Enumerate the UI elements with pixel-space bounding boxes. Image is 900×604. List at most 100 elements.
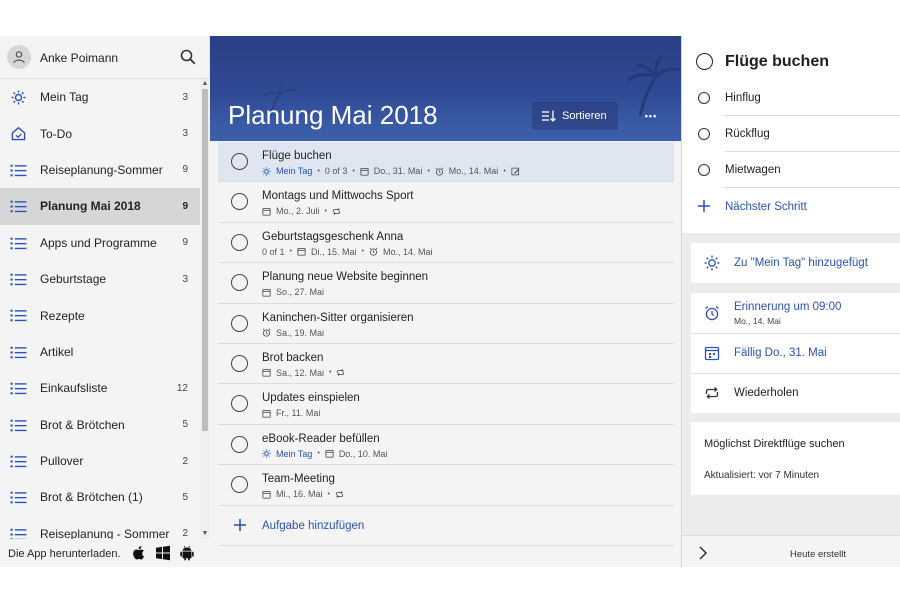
task-checkbox[interactable] [231,193,248,211]
task-checkbox[interactable] [231,153,248,170]
task-row[interactable]: Montags und Mittwochs Sport Mo., 2. Juli • [218,182,674,223]
step-label[interactable]: Rückflug [725,128,770,140]
meta-separator: • [503,167,506,175]
sidebar-item[interactable]: To-Do 3 [0,115,200,151]
scroll-up-arrow-icon[interactable]: ▲ [201,80,209,88]
step-checkbox[interactable] [698,164,710,176]
task-title: Brot backen [262,351,324,364]
windows-icon[interactable] [155,545,171,561]
search-icon[interactable] [180,49,196,65]
scroll-down-arrow-icon[interactable]: ▼ [201,530,209,538]
repeat-button[interactable]: Wiederholen [691,374,900,413]
task-meta-item: Mein Tag [262,449,312,459]
sidebar-item-count: 2 [182,455,188,467]
list-icon [10,236,27,250]
sidebar-item-count: 3 [182,91,188,103]
task-checkbox[interactable] [231,274,248,292]
task-meta-item: Mo., 2. Juli [262,206,320,216]
scroll-thumb[interactable] [202,89,208,431]
task-title: Montags und Mittwochs Sport [262,190,414,203]
step-item[interactable]: Rückflug [682,116,900,152]
next-step-label: Nächster Schritt [725,201,807,213]
sort-button[interactable]: Sortieren [532,102,618,130]
android-icon[interactable] [179,545,195,561]
task-checkbox[interactable] [231,233,248,251]
repeat-label: Wiederholen [734,387,799,399]
sun-icon [262,449,271,458]
sidebar-item[interactable]: Rezepte [0,297,200,333]
sidebar-item[interactable]: Reiseplanung-Sommer 9 [0,152,200,188]
meta-separator: • [317,167,320,175]
reminder-button[interactable]: Erinnerung um 09:00 Mo., 14. Mai [691,293,900,333]
task-checkbox[interactable] [231,435,248,453]
sidebar-item-count: 12 [176,382,188,394]
task-detail-title[interactable]: Flüge buchen [725,53,829,71]
task-meta-item: Mo., 14. Mai [369,247,432,257]
task-title: Kaninchen-Sitter organisieren [262,311,414,324]
due-date-button[interactable]: Fällig Do., 31. Mai [691,334,900,373]
step-checkbox[interactable] [698,128,710,140]
list-icon [10,527,27,539]
meta-separator: • [317,450,320,458]
task-row[interactable]: Flüge buchen Mein Tag • 0 of 3 • Do., 31. Mai… [218,142,674,183]
more-options-button[interactable]: ••• [636,102,666,130]
task-row[interactable]: eBook-Reader befüllen Mein Tag • Do., 10. M… [218,425,674,466]
meta-separator: • [427,167,430,175]
step-label[interactable]: Mietwagen [725,164,781,176]
sidebar-item[interactable]: Mein Tag 3 [0,79,200,115]
task-meta-item [336,368,350,377]
add-task-input[interactable]: Aufgabe hinzufügen [218,506,674,546]
task-row[interactable]: Updates einspielen Fr., 11. Mai [218,384,674,425]
sidebar-item[interactable]: Brot & Brötchen (1) 5 [0,479,200,515]
task-row[interactable]: Geburtstagsgeschenk Anna 0 of 1 • Di., 15. … [218,223,674,264]
sidebar-item-label: Apps und Programme [40,235,157,250]
task-title: Geburtstagsgeschenk Anna [262,230,404,243]
next-step-input[interactable]: Nächster Schritt [682,189,900,225]
task-checkbox[interactable] [231,395,248,413]
sidebar-item[interactable]: Geburtstage 3 [0,261,200,297]
calendar-icon [704,346,720,361]
note-text[interactable]: Möglichst Direktflüge suchen [704,438,845,450]
step-checkbox[interactable] [698,92,710,104]
more-options-icon: ••• [644,111,658,121]
note-field[interactable]: Möglichst Direktflüge suchen Aktualisier… [691,422,900,495]
added-to-my-day-button[interactable]: Zu "Mein Tag" hinzugefügt [691,243,900,283]
task-meta-item: So., 27. Mai [262,287,324,297]
task-row[interactable]: Planung neue Website beginnen So., 27. Ma… [218,263,674,304]
sidebar-item[interactable]: Reiseplanung - Sommer 2 [0,516,200,539]
sidebar-item-label: To-Do [40,126,73,141]
sidebar-item-count: 9 [182,200,188,212]
step-item[interactable]: Hinflug [682,80,900,116]
sidebar-scrollbar[interactable]: ▲ ▼ [200,79,210,539]
sidebar-item[interactable]: Apps und Programme 9 [0,225,200,261]
task-title: Planung neue Website beginnen [262,271,429,284]
sidebar-item[interactable]: Planung Mai 2018 9 [0,188,200,225]
task-checkbox[interactable] [231,354,248,372]
task-row[interactable]: Team-Meeting Mi., 16. Mai • [218,465,674,506]
complete-task-checkbox[interactable] [696,53,713,70]
step-label[interactable]: Hinflug [725,92,761,104]
sidebar-item[interactable]: Artikel [0,334,200,370]
apple-icon[interactable] [131,545,147,561]
sidebar-item-count: 5 [182,419,188,431]
chevron-right-icon[interactable] [698,546,708,560]
sidebar-item[interactable]: Brot & Brötchen 5 [0,407,200,443]
plus-icon [234,518,246,531]
sidebar-item[interactable]: Einkaufsliste 12 [0,370,200,406]
task-row[interactable]: Brot backen Sa., 12. Mai • [218,344,674,385]
task-meta-item: 0 of 3 [325,166,348,176]
my-day-label: Zu "Mein Tag" hinzugefügt [734,257,868,269]
task-meta-item: Sa., 12. Mai [262,368,324,378]
task-meta: Mo., 2. Juli • [262,206,346,216]
plus-icon [698,200,710,212]
step-item[interactable]: Mietwagen [682,152,900,188]
avatar[interactable] [7,45,31,69]
user-row[interactable]: Anke Poimann [0,36,210,79]
task-meta: So., 27. Mai [262,287,324,297]
list-icon [10,199,27,213]
task-checkbox[interactable] [231,476,248,494]
task-checkbox[interactable] [231,314,248,332]
sidebar-item[interactable]: Pullover 2 [0,443,200,479]
task-row[interactable]: Kaninchen-Sitter organisieren Sa., 19. Ma… [218,304,674,344]
person-icon [13,51,25,64]
